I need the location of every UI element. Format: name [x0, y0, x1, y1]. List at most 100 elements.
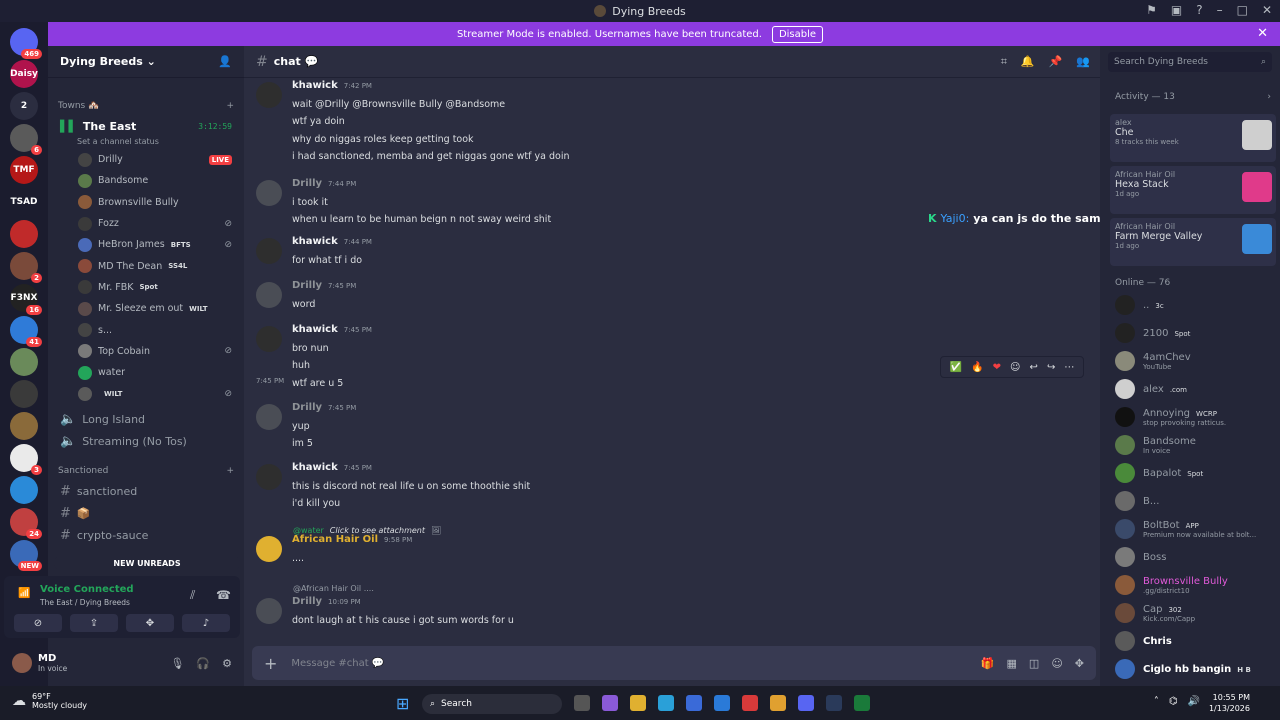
- excel-icon[interactable]: [854, 695, 870, 711]
- avatar[interactable]: [256, 536, 282, 562]
- volume-icon[interactable]: 🔊: [1188, 696, 1200, 707]
- voice-connected-title[interactable]: Voice Connected: [40, 584, 134, 595]
- close-banner-icon[interactable]: ✕: [1257, 26, 1268, 41]
- reply-preview[interactable]: @African Hair Oil ....: [293, 584, 374, 593]
- reply-icon[interactable]: ↩: [1030, 362, 1038, 373]
- voice-user[interactable]: Fozz ⊘: [48, 213, 244, 234]
- member-item[interactable]: Ciglo hb bangin H B: [1115, 656, 1251, 682]
- store-icon[interactable]: [686, 695, 702, 711]
- message-input[interactable]: Message #chat 💬: [291, 658, 384, 669]
- member-item[interactable]: Bapalot Spot: [1115, 460, 1203, 486]
- avatar[interactable]: [12, 653, 32, 673]
- avatar[interactable]: [256, 326, 282, 352]
- member-item[interactable]: .. 3c: [1115, 292, 1164, 318]
- server-header[interactable]: Dying Breeds ⌄ 👤: [48, 46, 244, 78]
- voice-user[interactable]: s...: [48, 319, 244, 340]
- server-icon[interactable]: [10, 380, 38, 408]
- avatar[interactable]: [256, 282, 282, 308]
- avatar[interactable]: [256, 238, 282, 264]
- disconnect-icon[interactable]: ☎: [216, 588, 231, 602]
- member-item[interactable]: alex .com: [1115, 376, 1187, 402]
- voice-user[interactable]: Mr. FBK Spot: [48, 277, 244, 298]
- apps-icon[interactable]: ✥: [1075, 657, 1084, 670]
- gif-icon[interactable]: ▦: [1007, 657, 1017, 670]
- member-item[interactable]: Cap 302 Kick.com/Capp: [1115, 600, 1195, 626]
- voice-user[interactable]: Top Cobain ⊘: [48, 341, 244, 362]
- member-item[interactable]: B...: [1115, 488, 1159, 514]
- app-icon[interactable]: [742, 695, 758, 711]
- pin-icon[interactable]: 📌: [1049, 55, 1063, 69]
- member-item[interactable]: BoltBot APP Premium now available at bolt.…: [1115, 516, 1256, 542]
- voice-channel-the-east[interactable]: ▌▌ The East 3:12:59: [48, 116, 244, 137]
- member-item[interactable]: Boss: [1115, 544, 1166, 570]
- server-icon[interactable]: 2: [10, 92, 38, 120]
- camera-off-button[interactable]: ⊘: [14, 614, 62, 632]
- server-icon[interactable]: 469: [10, 28, 42, 59]
- emoji-icon[interactable]: ☺: [1051, 657, 1062, 670]
- member-item[interactable]: Bandsome In voice: [1115, 432, 1196, 458]
- category-towns[interactable]: Towns 🏘️ +: [48, 96, 244, 116]
- settings-gear-icon[interactable]: ⚙: [222, 657, 232, 670]
- taskbar-search[interactable]: ⌕ Search: [422, 694, 562, 714]
- notification-bell-icon[interactable]: 🔔: [1021, 55, 1035, 69]
- server-icon[interactable]: F3NX 16: [10, 284, 42, 315]
- message-author[interactable]: Drilly: [292, 402, 322, 413]
- avatar[interactable]: [256, 82, 282, 108]
- text-channel-crypto-sauce[interactable]: # crypto-sauce: [48, 525, 244, 547]
- activity-card[interactable]: African Hair Oil Hexa Stack 1d ago: [1110, 166, 1276, 214]
- voice-user[interactable]: water: [48, 362, 244, 383]
- microphone-icon[interactable]: 🎙: [170, 657, 184, 670]
- windows-start-icon[interactable]: ⊞: [396, 694, 409, 713]
- gift-icon[interactable]: 🎁: [981, 657, 995, 670]
- help-icon[interactable]: ?: [1196, 3, 1202, 17]
- discord-icon[interactable]: [798, 695, 814, 711]
- forward-icon[interactable]: ↪: [1047, 362, 1055, 373]
- minimize-button[interactable]: –: [1217, 3, 1223, 17]
- voice-user[interactable]: Brownsville Bully: [48, 192, 244, 213]
- text-channel-sanctioned[interactable]: # sanctioned: [48, 481, 244, 503]
- avatar[interactable]: [256, 598, 282, 624]
- member-item[interactable]: Annoying WCRP stop provoking ratticus.: [1115, 404, 1226, 430]
- server-icon[interactable]: [10, 412, 38, 440]
- screen-share-button[interactable]: ⇪: [70, 614, 118, 632]
- message-author[interactable]: Drilly: [292, 280, 322, 291]
- server-icon[interactable]: Daisy: [10, 60, 38, 88]
- server-icon[interactable]: NEW: [10, 540, 42, 571]
- disable-button[interactable]: Disable: [771, 25, 824, 43]
- upload-plus-icon[interactable]: +: [264, 654, 277, 673]
- add-channel-icon[interactable]: +: [226, 101, 234, 111]
- network-icon[interactable]: ⌬: [1169, 696, 1178, 707]
- heart-reaction-icon[interactable]: ❤: [993, 362, 1001, 373]
- headphones-icon[interactable]: 🎧: [196, 657, 210, 670]
- message-author[interactable]: African Hair Oil: [292, 534, 378, 545]
- member-item[interactable]: 2100 Spot: [1115, 320, 1190, 346]
- message-author[interactable]: Drilly: [292, 596, 322, 607]
- more-icon[interactable]: ⋯: [1064, 362, 1074, 373]
- server-icon[interactable]: 2: [10, 252, 42, 283]
- server-icon[interactable]: [10, 220, 38, 248]
- voice-user[interactable]: Drilly LIVE: [48, 149, 244, 170]
- search-input[interactable]: Search Dying Breeds ⌕: [1108, 52, 1272, 72]
- maximize-button[interactable]: □: [1237, 3, 1248, 17]
- add-member-icon[interactable]: 👤: [218, 55, 232, 68]
- new-unreads-pill[interactable]: NEW UNREADS: [54, 556, 240, 570]
- text-channel-box[interactable]: # 📦: [48, 503, 244, 525]
- activity-header[interactable]: Activity — 13 ›: [1115, 92, 1271, 102]
- avatar[interactable]: [256, 180, 282, 206]
- server-icon[interactable]: 6: [10, 124, 42, 155]
- activity-card[interactable]: alex Che 8 tracks this week: [1110, 114, 1276, 162]
- avatar[interactable]: [256, 464, 282, 490]
- voice-user[interactable]: Bandsome: [48, 170, 244, 191]
- server-icon[interactable]: TMF: [10, 156, 38, 184]
- fire-reaction-icon[interactable]: 🔥: [971, 362, 983, 373]
- server-icon[interactable]: [10, 348, 38, 376]
- chevron-right-icon[interactable]: ›: [1267, 92, 1271, 102]
- message-author[interactable]: khawick: [292, 80, 338, 91]
- member-list-icon[interactable]: 👥: [1076, 55, 1090, 69]
- screen-share-icon[interactable]: ▣: [1171, 3, 1182, 17]
- reply-preview[interactable]: @water Click to see attachment 🖼: [293, 526, 441, 535]
- server-icon[interactable]: 41: [10, 316, 42, 347]
- edge-icon[interactable]: [658, 695, 674, 711]
- voice-channel-streaming[interactable]: 🔈 Streaming (No Tos): [48, 431, 244, 453]
- soundboard-button[interactable]: ♪: [182, 614, 230, 632]
